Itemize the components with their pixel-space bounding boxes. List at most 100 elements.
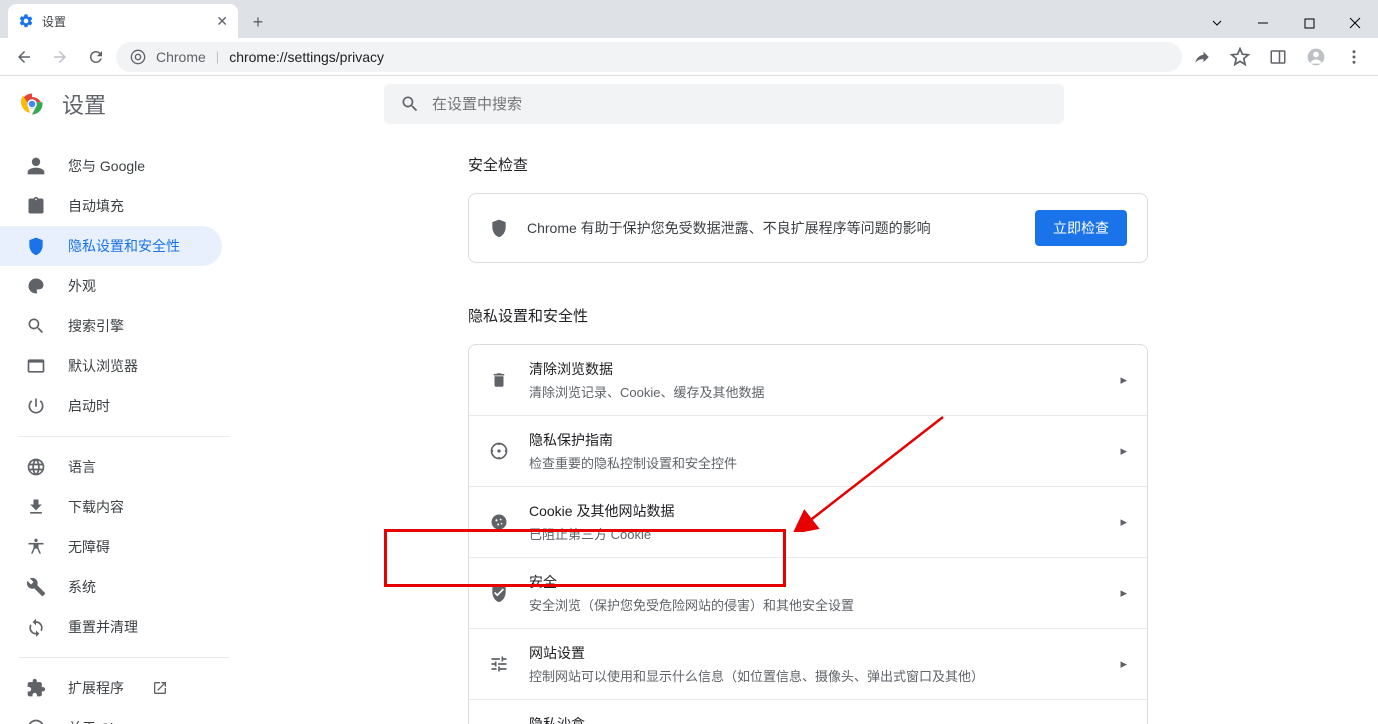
sidebar-item-label: 隐私设置和安全性: [68, 236, 180, 256]
sidebar-item-privacy[interactable]: 隐私设置和安全性: [0, 226, 222, 266]
privacy-section-heading: 隐私设置和安全性: [468, 305, 1148, 326]
sidebar-item-on-startup[interactable]: 启动时: [0, 386, 222, 426]
sidebar-item-label: 下载内容: [68, 497, 124, 517]
extension-icon: [26, 678, 46, 698]
share-icon[interactable]: [1186, 41, 1218, 73]
sidebar-item-label: 语言: [68, 457, 96, 477]
download-icon: [26, 497, 46, 517]
nav-back-button[interactable]: [8, 41, 40, 73]
sidebar-item-label: 搜索引擎: [68, 316, 124, 336]
settings-header: 设置: [0, 76, 1378, 132]
kebab-menu-icon[interactable]: [1338, 41, 1370, 73]
chevron-right-icon: ▸: [1120, 656, 1127, 672]
sidebar-item-languages[interactable]: 语言: [0, 447, 222, 487]
row-title: 隐私保护指南: [529, 430, 1100, 450]
bookmark-icon[interactable]: [1224, 41, 1256, 73]
sidebar-item-autofill[interactable]: 自动填充: [0, 186, 222, 226]
row-title: Cookie 及其他网站数据: [529, 501, 1100, 521]
sidebar-item-system[interactable]: 系统: [0, 567, 222, 607]
sidebar-item-appearance[interactable]: 外观: [0, 266, 222, 306]
compass-icon: [489, 441, 509, 461]
window-titlebar: 设置 ✕ +: [0, 0, 1378, 38]
sidebar-item-search-engine[interactable]: 搜索引擎: [0, 306, 222, 346]
omnibox[interactable]: Chrome | chrome://settings/privacy: [116, 42, 1182, 72]
external-link-icon: [152, 680, 168, 696]
chevron-right-icon: ▸: [1120, 372, 1127, 388]
chrome-icon: [130, 49, 146, 65]
sidebar-divider: [18, 436, 230, 437]
browser-tab[interactable]: 设置 ✕: [8, 4, 238, 38]
row-cookies[interactable]: Cookie 及其他网站数据 已阻止第三方 Cookie ▸: [469, 486, 1147, 557]
side-panel-icon[interactable]: [1262, 41, 1294, 73]
tune-icon: [489, 654, 509, 674]
settings-sidebar[interactable]: 您与 Google 自动填充 隐私设置和安全性 外观 搜索引擎 默认浏览器 启动…: [0, 132, 238, 724]
sidebar-item-default-browser[interactable]: 默认浏览器: [0, 346, 222, 386]
tab-close-button[interactable]: ✕: [216, 13, 228, 30]
sidebar-item-label: 重置并清理: [68, 617, 138, 637]
settings-search-box[interactable]: [384, 84, 1064, 124]
window-controls: [1194, 8, 1378, 38]
sidebar-item-label: 系统: [68, 577, 96, 597]
chrome-logo-icon: [20, 92, 44, 116]
new-tab-button[interactable]: +: [244, 8, 272, 36]
window-dropdown[interactable]: [1194, 8, 1240, 38]
sidebar-item-about[interactable]: 关于 Chrome: [0, 708, 222, 724]
shield-icon: [489, 218, 509, 238]
sidebar-item-extensions[interactable]: 扩展程序: [0, 668, 222, 708]
shield-check-icon: [489, 583, 509, 603]
sidebar-item-you-and-google[interactable]: 您与 Google: [0, 146, 222, 186]
row-security[interactable]: 安全 安全浏览（保护您免受危险网站的侵害）和其他安全设置 ▸: [469, 557, 1147, 628]
trash-icon: [489, 371, 509, 389]
safety-check-heading: 安全检查: [468, 154, 1148, 175]
settings-main[interactable]: 安全检查 Chrome 有助于保护您免受数据泄露、不良扩展程序等问题的影响 立即…: [238, 132, 1378, 724]
shield-icon: [26, 236, 46, 256]
sidebar-item-label: 您与 Google: [68, 156, 145, 176]
sidebar-item-label: 关于 Chrome: [68, 718, 150, 724]
row-sandbox[interactable]: 隐私沙盒 试用版功能已开启: [469, 699, 1147, 724]
palette-icon: [26, 276, 46, 296]
safety-check-button[interactable]: 立即检查: [1035, 210, 1127, 246]
sidebar-item-label: 启动时: [68, 396, 110, 416]
row-title: 隐私沙盒: [529, 714, 1089, 724]
window-maximize[interactable]: [1286, 8, 1332, 38]
clipboard-icon: [26, 196, 46, 216]
row-subtitle: 清除浏览记录、Cookie、缓存及其他数据: [529, 382, 1100, 401]
privacy-card: 清除浏览数据 清除浏览记录、Cookie、缓存及其他数据 ▸ 隐私保护指南 检查…: [468, 344, 1148, 724]
chevron-right-icon: ▸: [1120, 585, 1127, 601]
nav-reload-button[interactable]: [80, 41, 112, 73]
settings-search-input[interactable]: [432, 96, 1048, 113]
sidebar-item-label: 外观: [68, 276, 96, 296]
window-minimize[interactable]: [1240, 8, 1286, 38]
chevron-right-icon: ▸: [1120, 514, 1127, 530]
sidebar-item-label: 默认浏览器: [68, 356, 138, 376]
sidebar-item-reset[interactable]: 重置并清理: [0, 607, 222, 647]
profile-icon[interactable]: [1300, 41, 1332, 73]
row-privacy-guide[interactable]: 隐私保护指南 检查重要的隐私控制设置和安全控件 ▸: [469, 415, 1147, 486]
gear-icon: [18, 13, 34, 29]
reset-icon: [26, 617, 46, 637]
tab-title: 设置: [42, 13, 208, 30]
cookie-icon: [489, 512, 509, 532]
row-subtitle: 检查重要的隐私控制设置和安全控件: [529, 453, 1100, 472]
chevron-right-icon: ▸: [1120, 443, 1127, 459]
sidebar-item-accessibility[interactable]: 无障碍: [0, 527, 222, 567]
row-site-settings[interactable]: 网站设置 控制网站可以使用和显示什么信息（如位置信息、摄像头、弹出式窗口及其他）…: [469, 628, 1147, 699]
safety-check-text: Chrome 有助于保护您免受数据泄露、不良扩展程序等问题的影响: [527, 218, 1017, 238]
sidebar-item-label: 自动填充: [68, 196, 124, 216]
sidebar-item-downloads[interactable]: 下载内容: [0, 487, 222, 527]
accessibility-icon: [26, 537, 46, 557]
chrome-small-icon: [26, 718, 46, 724]
sidebar-item-label: 扩展程序: [68, 678, 124, 698]
window-close[interactable]: [1332, 8, 1378, 38]
row-clear-data[interactable]: 清除浏览数据 清除浏览记录、Cookie、缓存及其他数据 ▸: [469, 345, 1147, 415]
sidebar-item-label: 无障碍: [68, 537, 110, 557]
row-subtitle: 控制网站可以使用和显示什么信息（如位置信息、摄像头、弹出式窗口及其他）: [529, 666, 1100, 685]
omnibox-scheme: Chrome: [156, 49, 206, 65]
omnibox-url: chrome://settings/privacy: [229, 49, 384, 65]
nav-forward-button[interactable]: [44, 41, 76, 73]
row-title: 网站设置: [529, 643, 1100, 663]
page-title: 设置: [62, 88, 106, 120]
address-bar: Chrome | chrome://settings/privacy: [0, 38, 1378, 76]
row-title: 安全: [529, 572, 1100, 592]
search-icon: [400, 94, 420, 114]
